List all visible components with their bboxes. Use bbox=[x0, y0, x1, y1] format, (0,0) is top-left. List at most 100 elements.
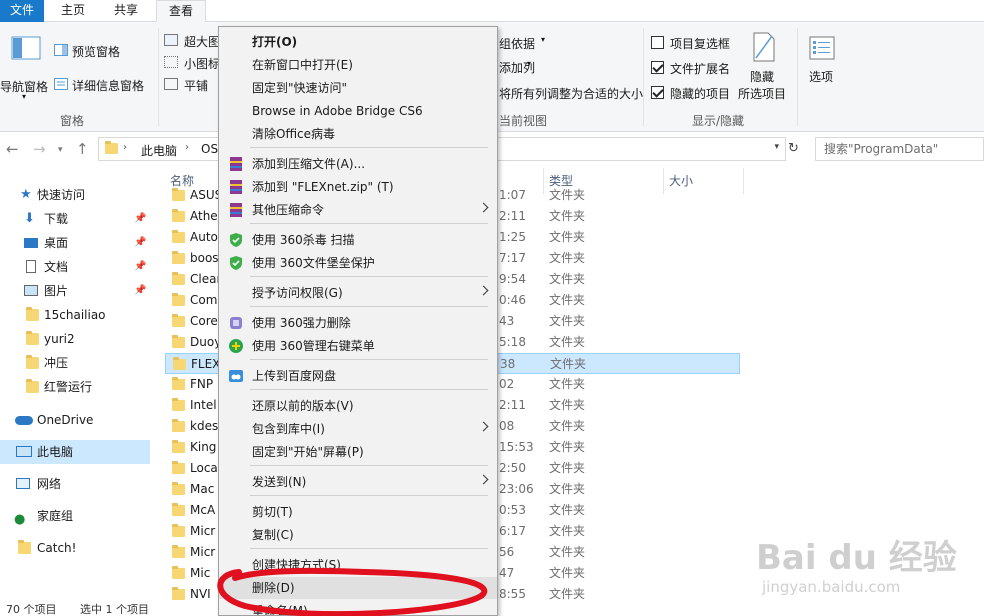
folder-icon bbox=[172, 461, 185, 474]
menu-item-open[interactable]: 打开(O) bbox=[219, 31, 497, 53]
preview-pane-button[interactable]: 预览窗格 bbox=[54, 40, 154, 60]
file-type: 文件夹 bbox=[549, 545, 586, 559]
small-icons-icon bbox=[164, 56, 178, 68]
file-name: Core bbox=[190, 314, 218, 328]
menu-item-browse-adobe-bridge[interactable]: Browse in Adobe Bridge CS6 bbox=[219, 100, 497, 122]
file-name: Loca bbox=[190, 461, 218, 475]
forward-arrow-icon[interactable]: → bbox=[33, 140, 46, 158]
nav-item-chongya[interactable]: 冲压 bbox=[0, 351, 150, 375]
extra-large-icons-icon bbox=[164, 34, 178, 46]
menu-item-label: 使用 360管理右键菜单 bbox=[252, 339, 375, 353]
tiles-option[interactable]: 平铺 bbox=[164, 76, 224, 94]
item-checkboxes-toggle[interactable]: 项目复选框 bbox=[650, 34, 740, 52]
item-checkboxes-label: 项目复选框 bbox=[670, 37, 731, 51]
tab-view[interactable]: 查看 bbox=[156, 0, 206, 23]
hidden-items-toggle[interactable]: 隐藏的项目 bbox=[650, 84, 740, 102]
up-arrow-icon[interactable]: ↑ bbox=[76, 140, 89, 158]
chevron-right-icon bbox=[478, 202, 489, 213]
breadcrumb-os[interactable]: OS bbox=[201, 142, 218, 156]
folder-icon bbox=[172, 251, 185, 264]
preview-pane-label: 预览窗格 bbox=[72, 45, 121, 59]
menu-item-cut[interactable]: 剪切(T) bbox=[219, 501, 497, 523]
menu-item-send-to[interactable]: 发送到(N) bbox=[219, 471, 497, 493]
folder-icon bbox=[26, 379, 39, 393]
column-separator[interactable] bbox=[743, 168, 744, 194]
breadcrumb-this-pc[interactable]: 此电脑 bbox=[141, 142, 177, 159]
nav-item-desktop[interactable]: 桌面 📌 bbox=[0, 231, 150, 255]
menu-item-manage-context-menu-360[interactable]: 使用 360管理右键菜单 bbox=[219, 335, 497, 357]
search-input[interactable]: 搜索"ProgramData" bbox=[815, 137, 984, 161]
file-name: FNP bbox=[190, 377, 214, 391]
menu-item-copy[interactable]: 复制(C) bbox=[219, 524, 497, 546]
cloud-icon bbox=[15, 416, 33, 425]
nav-item-15chailiao[interactable]: 15chailiao bbox=[0, 303, 150, 327]
nav-item-documents[interactable]: 文档 📌 bbox=[0, 255, 150, 279]
chevron-down-icon: ▾ bbox=[527, 59, 532, 68]
menu-separator bbox=[250, 465, 488, 466]
nav-item-network[interactable]: 网络 bbox=[0, 472, 150, 496]
menu-item-scan-360[interactable]: 使用 360杀毒 扫描 bbox=[219, 229, 497, 251]
menu-item-clear-office-virus[interactable]: 清除Office病毒 bbox=[219, 123, 497, 145]
hide-selected-icon bbox=[753, 32, 775, 62]
menu-item-grant-access[interactable]: 授予访问权限(G) bbox=[219, 282, 497, 304]
tab-file[interactable]: 文件 bbox=[0, 0, 44, 22]
menu-item-add-to-archive[interactable]: 添加到压缩文件(A)... bbox=[219, 153, 497, 175]
menu-item-open-new-window[interactable]: 在新窗口中打开(E) bbox=[219, 54, 497, 76]
extra-large-icons-label: 超大图 bbox=[184, 35, 221, 49]
nav-item-yuri2[interactable]: yuri2 bbox=[0, 327, 150, 351]
menu-item-upload-baidu-netdisk[interactable]: 上传到百度网盘 bbox=[219, 365, 497, 387]
back-arrow-icon[interactable]: ← bbox=[6, 140, 19, 158]
file-modified-time: 56 bbox=[499, 545, 515, 559]
file-extensions-label: 文件扩展名 bbox=[670, 62, 731, 76]
refresh-icon[interactable]: ↻ bbox=[788, 141, 799, 156]
nav-item-hongjing[interactable]: 红警运行 bbox=[0, 375, 150, 399]
menu-item-other-compress-commands[interactable]: 其他压缩命令 bbox=[219, 199, 497, 221]
chevron-down-icon: ▾ bbox=[22, 92, 27, 101]
tab-share[interactable]: 共享 bbox=[102, 0, 150, 22]
menu-item-add-to-flexnet-zip[interactable]: 添加到 "FLEXnet.zip" (T) bbox=[219, 176, 497, 198]
nav-item-quick-access[interactable]: ★ 快速访问 bbox=[0, 183, 150, 207]
group-by-button[interactable]: 组依据 ▾ bbox=[499, 34, 559, 52]
folder-icon bbox=[26, 355, 39, 369]
file-name: Micr bbox=[190, 545, 216, 559]
status-selected-count: 选中 1 个项目 bbox=[80, 603, 149, 616]
menu-separator bbox=[250, 548, 488, 549]
hide-selected-button[interactable]: 隐藏 所选项目 bbox=[738, 30, 792, 106]
picture-icon bbox=[24, 285, 38, 296]
nav-pane-button[interactable]: 导航窗格 ▾ bbox=[0, 32, 48, 102]
extra-large-icons-option[interactable]: 超大图 bbox=[164, 32, 224, 50]
add-columns-button[interactable]: 添加列 ▾ bbox=[499, 58, 559, 76]
item-checkboxes-checkbox[interactable] bbox=[651, 36, 664, 49]
nav-item-onedrive[interactable]: OneDrive bbox=[0, 408, 150, 432]
tab-home[interactable]: 主页 bbox=[50, 0, 96, 22]
menu-item-pin-quick-access[interactable]: 固定到"快速访问" bbox=[219, 77, 497, 99]
menu-item-force-delete-360[interactable]: 使用 360强力删除 bbox=[219, 312, 497, 334]
nav-item-pictures[interactable]: 图片 📌 bbox=[0, 279, 150, 303]
file-modified-time: 0:46 bbox=[499, 293, 526, 307]
menu-item-include-in-library[interactable]: 包含到库中(I) bbox=[219, 418, 497, 440]
menu-item-restore-previous-versions[interactable]: 还原以前的版本(V) bbox=[219, 395, 497, 417]
recent-locations-chevron-icon[interactable]: ▾ bbox=[58, 145, 63, 155]
menu-item-pin-to-start[interactable]: 固定到"开始"屏幕(P) bbox=[219, 441, 497, 463]
small-icons-option[interactable]: 小图标 bbox=[164, 54, 224, 72]
nav-item-catch[interactable]: Catch! bbox=[0, 536, 150, 560]
hidden-items-checkbox[interactable] bbox=[651, 86, 664, 99]
chevron-down-icon[interactable]: ▾ bbox=[774, 142, 779, 152]
nav-item-this-pc[interactable]: 此电脑 bbox=[0, 440, 150, 464]
file-extensions-toggle[interactable]: 文件扩展名 bbox=[650, 59, 740, 77]
menu-item-label: 添加到压缩文件(A)... bbox=[252, 157, 366, 171]
nav-item-downloads[interactable]: ⬇ 下载 📌 bbox=[0, 207, 150, 231]
file-extensions-checkbox[interactable] bbox=[651, 61, 664, 74]
menu-separator bbox=[250, 359, 488, 360]
nav-item-homegroup[interactable]: ● 家庭组 bbox=[0, 504, 150, 528]
nav-item-label: yuri2 bbox=[44, 332, 75, 346]
winrar-icon bbox=[230, 180, 242, 194]
menu-item-label: 清除Office病毒 bbox=[252, 127, 336, 141]
file-name: Com bbox=[190, 293, 218, 307]
menu-separator bbox=[250, 306, 488, 307]
options-button[interactable]: 选项 bbox=[804, 30, 840, 90]
menu-item-protect-360[interactable]: 使用 360文件堡垒保护 bbox=[219, 252, 497, 274]
size-all-columns-button[interactable]: 将所有列调整为合适的大小 bbox=[499, 84, 643, 102]
details-pane-button[interactable]: 详细信息窗格 bbox=[54, 74, 154, 94]
menu-item-label: 使用 360强力删除 bbox=[252, 316, 351, 330]
